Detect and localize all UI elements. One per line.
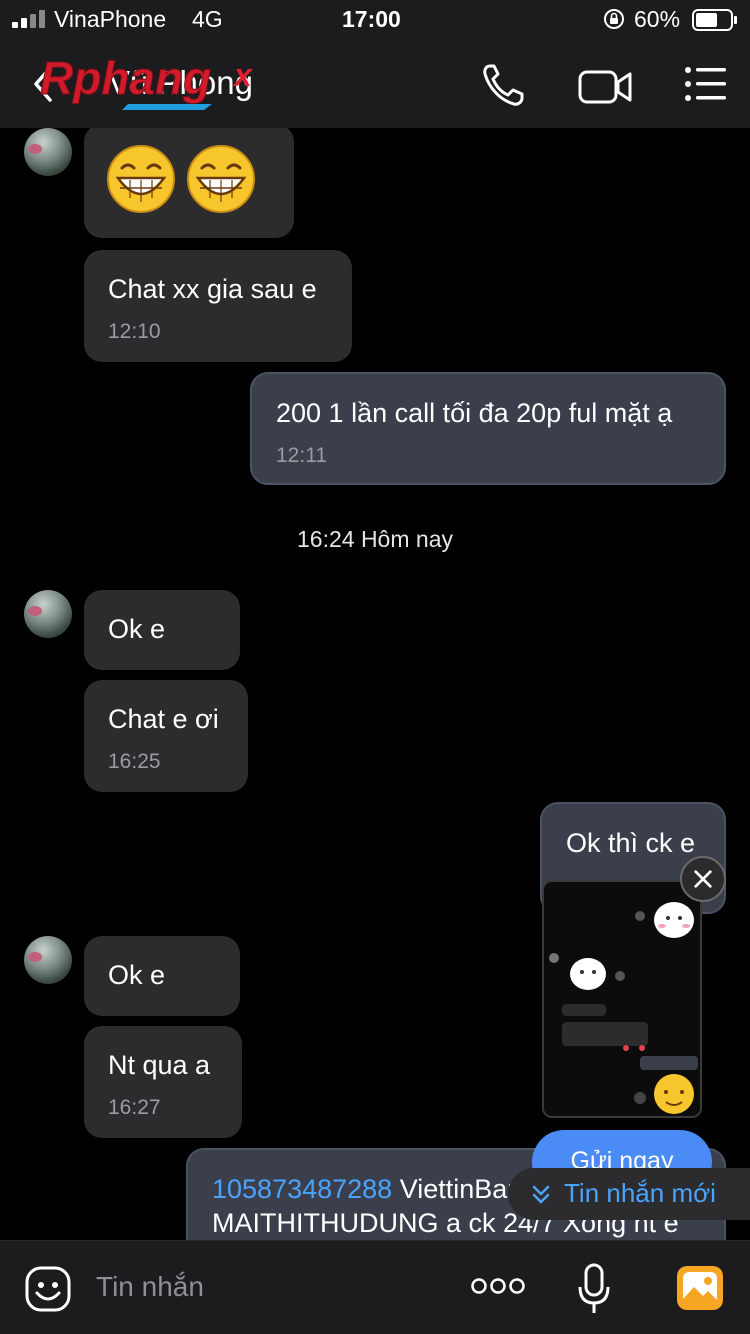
- clock: 17:00: [342, 6, 401, 32]
- message-time: 12:11: [276, 444, 327, 467]
- battery-percentage: 60%: [634, 6, 681, 32]
- message-text: Nt qua a: [108, 1050, 211, 1080]
- double-chevron-down-icon: [532, 1185, 550, 1204]
- new-messages-label: Tin nhắn mới: [564, 1178, 716, 1208]
- grinning-emoji-icon: [107, 145, 175, 213]
- menu-icon[interactable]: [684, 66, 728, 102]
- avatar[interactable]: [24, 936, 72, 984]
- message-bubble[interactable]: Chat e ơi 16:25: [84, 680, 248, 792]
- new-messages-button[interactable]: Tin nhắn mới: [508, 1168, 750, 1220]
- message-text: 105873487288 ViettinBank: [212, 1174, 536, 1205]
- account-number-link[interactable]: 105873487288: [212, 1174, 392, 1204]
- message-time: 12:10: [108, 320, 161, 343]
- carrier-name: VinaPhone: [54, 6, 167, 32]
- svg-text:x: x: [232, 57, 253, 93]
- message-text: 200 1 lần call tối đa 20p ful mặt ạ: [276, 398, 673, 428]
- message-time: 16:25: [108, 750, 161, 773]
- battery-icon: [692, 9, 737, 31]
- microphone-icon[interactable]: [576, 1263, 612, 1315]
- composer-bar: Tin nhắn: [0, 1240, 750, 1334]
- message-input[interactable]: Tin nhắn: [96, 1271, 204, 1303]
- phone-icon[interactable]: [480, 62, 530, 108]
- message-time: 16:27: [108, 1096, 161, 1119]
- rotation-lock-icon: [604, 9, 624, 29]
- message-bubble[interactable]: Ok e: [84, 590, 240, 670]
- preview-thumbnail-icon: [544, 882, 700, 1116]
- message-text: Chat e ơi: [108, 704, 219, 734]
- message-text: Ok e: [108, 960, 166, 990]
- message-bubble[interactable]: Nt qua a 16:27: [84, 1026, 242, 1138]
- grinning-emoji-icon: [187, 145, 255, 213]
- network-type: 4G: [192, 6, 223, 32]
- avatar[interactable]: [24, 590, 72, 638]
- chat-header: Vũ Phong Rphang x: [0, 40, 750, 128]
- status-bar: VinaPhone 4G 17:00 60%: [0, 0, 750, 40]
- svg-text:Rphang: Rphang: [40, 52, 211, 104]
- message-bubble[interactable]: Ok e: [84, 936, 240, 1016]
- watermark-logo: Rphang x: [40, 52, 253, 110]
- signal-strength-icon: [12, 10, 48, 28]
- screenshot-preview[interactable]: [542, 880, 702, 1118]
- date-separator: 16:24 Hôm nay: [297, 526, 453, 552]
- close-icon[interactable]: [680, 856, 726, 902]
- message-bubble-outgoing[interactable]: 200 1 lần call tối đa 20p ful mặt ạ 12:1…: [250, 372, 726, 485]
- gallery-icon[interactable]: [676, 1265, 724, 1311]
- avatar[interactable]: [24, 128, 72, 176]
- message-bubble[interactable]: Chat xx gia sau e 12:10: [84, 250, 352, 362]
- message-text: Ok thì ck e: [566, 828, 696, 858]
- message-text: Ok e: [108, 614, 166, 644]
- video-camera-icon[interactable]: [578, 66, 634, 106]
- message-bubble-emoji[interactable]: [84, 128, 294, 238]
- more-icon[interactable]: [470, 1277, 526, 1295]
- sticker-icon[interactable]: [24, 1265, 72, 1313]
- message-text: Chat xx gia sau e: [108, 274, 317, 304]
